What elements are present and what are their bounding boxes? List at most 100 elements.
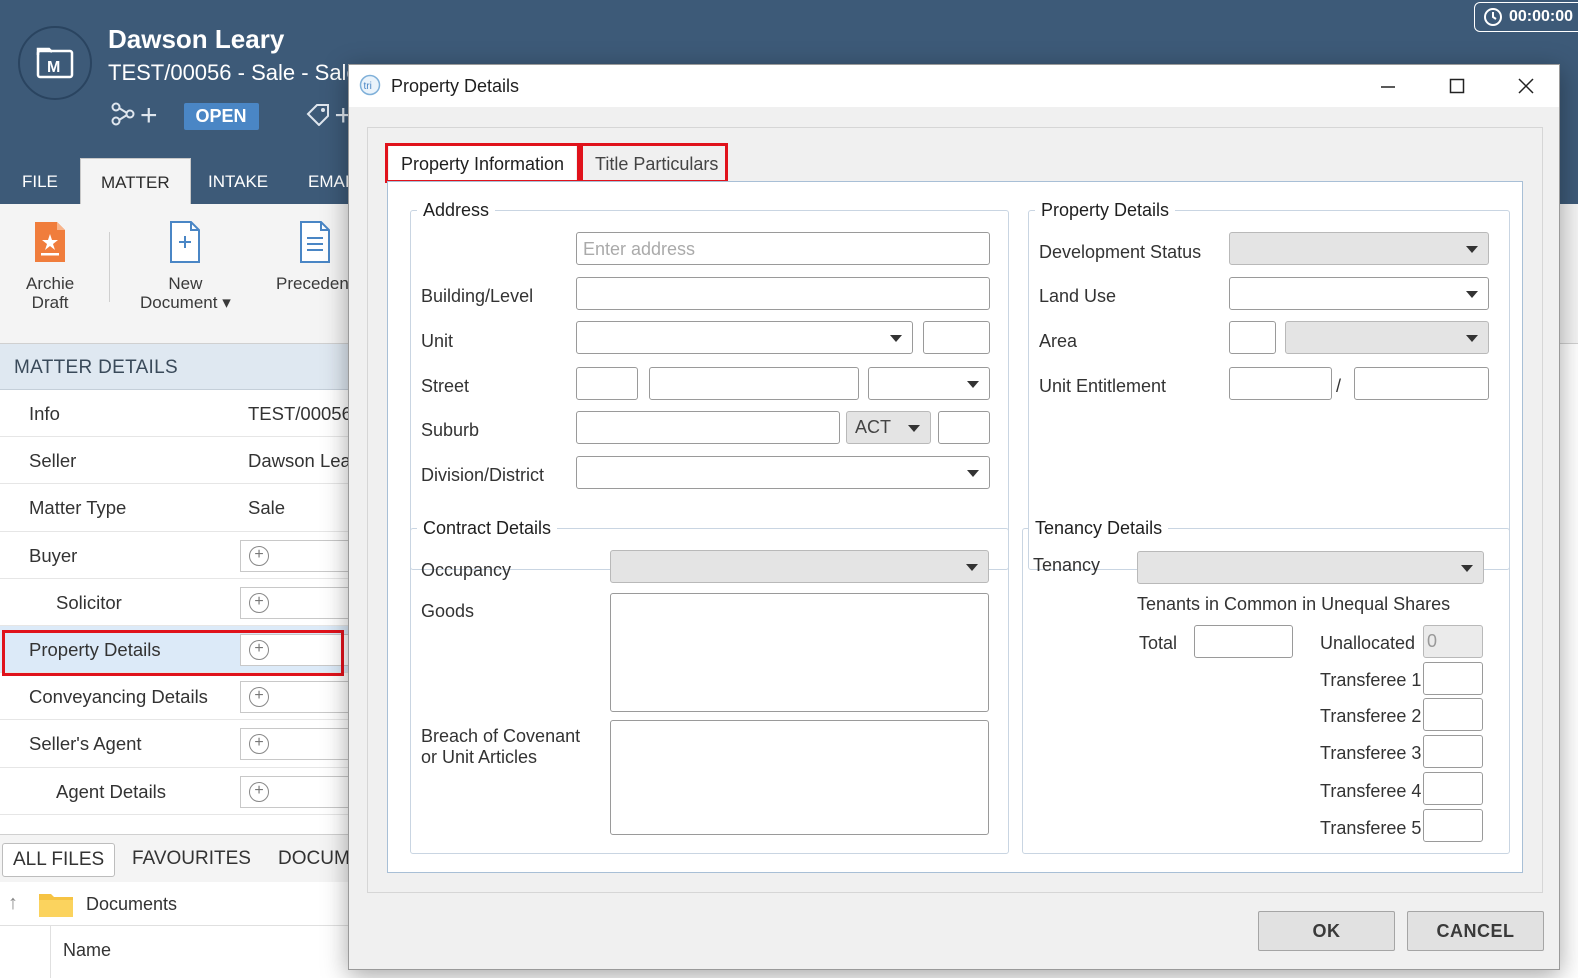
tab-favourites[interactable]: FAVOURITES	[122, 843, 261, 877]
dialog-titlebar: tri Property Details	[349, 65, 1559, 107]
tab-all-files[interactable]: ALL FILES	[2, 843, 116, 877]
detail-row-info[interactable]: Info TEST/00056	[0, 390, 360, 438]
chevron-down-icon	[890, 335, 902, 342]
detail-row-conveyancing[interactable]: Conveyancing Details +	[0, 673, 360, 721]
add-buyer-field[interactable]: +	[240, 539, 350, 572]
transferee-5-input[interactable]	[1423, 809, 1483, 842]
chevron-down-icon	[966, 564, 978, 571]
postcode-input[interactable]	[938, 411, 990, 444]
close-button[interactable]	[1495, 65, 1557, 107]
add-icon[interactable]: +	[249, 545, 269, 566]
unit-entitlement-input[interactable]	[1229, 367, 1332, 400]
detail-row-matter-type[interactable]: Matter Type Sale	[0, 484, 360, 532]
files-path: ↑ Documents	[0, 882, 360, 926]
state-value: ACT	[855, 417, 891, 437]
land-use-label: Land Use	[1039, 286, 1117, 306]
breach-label: Breach of Covenant or Unit Articles	[421, 726, 581, 767]
column-name[interactable]: Name	[63, 940, 111, 961]
area-unit-select[interactable]	[1285, 321, 1489, 354]
maximize-button[interactable]	[1426, 65, 1488, 107]
detail-label: Solicitor	[56, 591, 122, 613]
minimize-button[interactable]	[1357, 65, 1419, 107]
detail-value: Dawson Leary	[248, 450, 360, 472]
aggregate-entitlement-input[interactable]	[1354, 367, 1489, 400]
up-arrow-icon[interactable]: ↑	[8, 892, 18, 915]
total-label: Total	[1139, 633, 1178, 653]
detail-row-solicitor[interactable]: Solicitor +	[0, 579, 360, 626]
entitlement-separator: /	[1336, 376, 1342, 396]
street-number-input[interactable]	[576, 367, 638, 400]
new-document-button[interactable]: New Document ▾	[140, 220, 231, 312]
add-sellers-agent-field[interactable]: +	[240, 728, 350, 761]
detail-label: Conveyancing Details	[29, 686, 208, 708]
link-icon[interactable]	[110, 102, 136, 131]
development-status-label: Development Status	[1039, 242, 1202, 262]
chevron-down-icon	[1466, 335, 1478, 342]
building-level-label: Building/Level	[421, 286, 534, 306]
street-name-input[interactable]	[649, 367, 859, 400]
add-icon[interactable]: +	[249, 734, 269, 755]
archie-draft-icon	[35, 222, 66, 262]
tab-intake[interactable]: INTAKE	[188, 158, 288, 204]
new-document-icon	[170, 221, 201, 263]
detail-label: Seller's Agent	[29, 733, 142, 755]
unit-number-input[interactable]	[923, 321, 990, 354]
transferee-4-input[interactable]	[1423, 772, 1483, 805]
ok-button[interactable]: OK	[1258, 911, 1395, 951]
group-legend: Property Details	[1041, 200, 1170, 220]
address-search-input[interactable]: Enter address	[576, 232, 990, 265]
division-district-select[interactable]	[576, 456, 990, 489]
development-status-select[interactable]	[1229, 232, 1489, 265]
cancel-button[interactable]: CANCEL	[1407, 911, 1544, 951]
goods-label: Goods	[421, 601, 475, 621]
total-input[interactable]	[1194, 625, 1293, 658]
add-link-icon[interactable]: +	[140, 101, 158, 131]
goods-textarea[interactable]	[610, 593, 989, 712]
detail-row-buyer[interactable]: Buyer +	[0, 532, 360, 579]
chevron-down-icon	[1466, 246, 1478, 253]
area-input[interactable]	[1229, 321, 1276, 354]
matter-logo-icon: M	[18, 26, 92, 100]
header-tools: + OPEN +	[110, 100, 352, 132]
group-legend: Contract Details	[423, 518, 552, 538]
detail-row-seller[interactable]: Seller Dawson Leary	[0, 437, 360, 485]
unit-type-select[interactable]	[576, 321, 913, 354]
tab-file[interactable]: FILE	[2, 158, 78, 204]
property-information-panel: Address Enter address Building/Level Uni…	[387, 181, 1523, 873]
detail-row-agent-details[interactable]: Agent Details +	[0, 768, 360, 815]
building-level-input[interactable]	[576, 277, 990, 310]
breach-textarea[interactable]	[610, 720, 989, 835]
archie-draft-button[interactable]: Archie Draft	[26, 220, 74, 312]
archie-draft-label: Archie Draft	[26, 274, 75, 312]
unallocated-input: 0	[1423, 625, 1483, 658]
add-icon[interactable]: +	[249, 687, 269, 708]
tag-icon[interactable]	[305, 102, 331, 131]
current-folder[interactable]: Documents	[86, 894, 177, 915]
street-type-select[interactable]	[868, 367, 990, 400]
detail-label: Buyer	[29, 544, 78, 566]
timer[interactable]: 00:00:00	[1474, 2, 1578, 32]
occupancy-select[interactable]	[610, 550, 989, 583]
transferee-2-input[interactable]	[1423, 698, 1483, 731]
state-select[interactable]: ACT	[846, 411, 931, 444]
tab-matter[interactable]: MATTER	[80, 158, 191, 204]
detail-row-sellers-agent[interactable]: Seller's Agent +	[0, 720, 360, 768]
ribbon-divider	[109, 232, 110, 302]
add-icon[interactable]: +	[249, 592, 269, 613]
tenancy-label: Tenancy	[1033, 555, 1101, 575]
suburb-input[interactable]	[576, 411, 840, 444]
chevron-down-icon	[967, 470, 979, 477]
folder-icon	[39, 894, 73, 917]
transferee-1-input[interactable]	[1423, 662, 1483, 695]
add-icon[interactable]: +	[249, 781, 269, 802]
transferee-3-input[interactable]	[1423, 735, 1483, 768]
add-solicitor-field[interactable]: +	[240, 586, 350, 619]
tenancy-select[interactable]	[1137, 551, 1484, 584]
chevron-down-icon	[1466, 291, 1478, 298]
add-agent-details-field[interactable]: +	[240, 775, 350, 808]
land-use-select[interactable]	[1229, 277, 1489, 310]
maximize-icon	[1449, 78, 1465, 94]
transferee-1-label: Transferee 1	[1320, 670, 1422, 690]
column-divider	[50, 926, 51, 978]
add-conveyancing-field[interactable]: +	[240, 681, 350, 714]
